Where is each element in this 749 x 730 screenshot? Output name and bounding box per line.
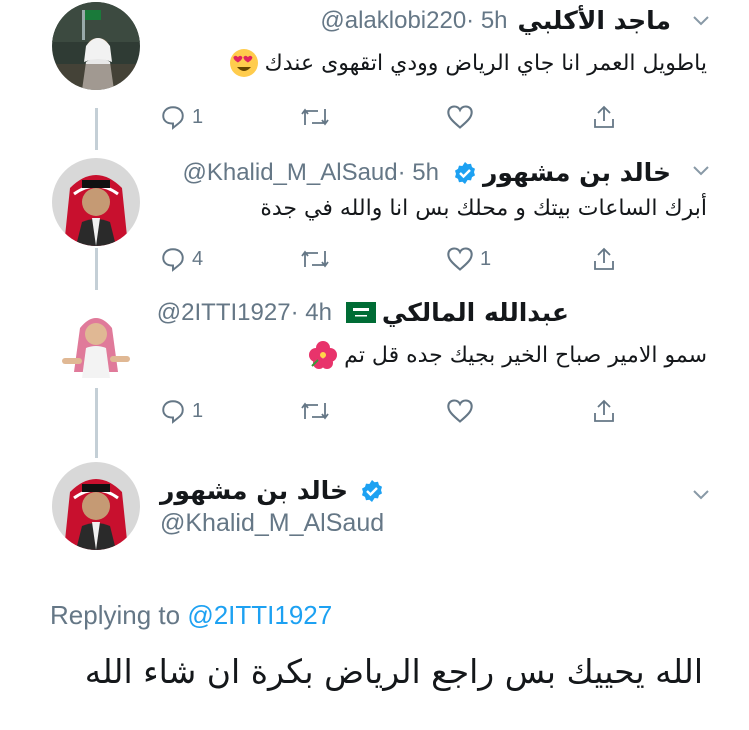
retweet-button[interactable] (300, 398, 330, 424)
like-count: 1 (480, 247, 492, 270)
tweet-2[interactable]: خالد بن مشهور @Khalid_M_AlSaud· 5h أبرك … (0, 140, 749, 280)
avatar[interactable] (52, 298, 140, 386)
share-button[interactable] (592, 398, 616, 424)
reply-button[interactable]: 1 (160, 104, 203, 130)
tweet-actions: 4 1 (160, 246, 630, 276)
retweet-button[interactable] (300, 104, 330, 130)
timestamp[interactable]: · 4h (291, 299, 332, 326)
tweet-3[interactable]: عبدالله المالكي @2ITTI1927· 4h سمو الامي… (0, 280, 749, 440)
tweet-text: أبرك الساعات بيتك و محلك بس انا والله في… (260, 196, 707, 221)
retweet-icon (301, 250, 329, 268)
tweet-header: عبدالله المالكي @2ITTI1927· 4h (157, 298, 569, 327)
main-tweet-text: الله يحييك بس راجع الرياض بكرة ان شاء ال… (84, 652, 703, 691)
reply-icon (162, 106, 184, 130)
reply-button[interactable]: 1 (160, 398, 203, 424)
heart-icon (447, 399, 473, 423)
retweet-button[interactable] (300, 246, 330, 272)
tweet-text: ياطويل العمر انا جاي الرياض وودي اتقهوى … (229, 48, 707, 78)
user-handle[interactable]: @alaklobi220· 5h (320, 7, 507, 35)
main-display-name[interactable]: خالد بن مشهور (160, 476, 348, 505)
chevron-down-icon[interactable] (693, 166, 709, 176)
like-button[interactable]: 1 (446, 246, 491, 272)
avatar[interactable] (52, 158, 140, 246)
timestamp[interactable]: · 5h (398, 159, 439, 186)
user-handle[interactable]: @2ITTI1927· 4h (157, 299, 332, 327)
reply-button[interactable]: 4 (160, 246, 203, 272)
heart-icon (447, 105, 473, 129)
share-icon (594, 105, 614, 128)
user-handle[interactable]: @Khalid_M_AlSaud· 5h (182, 159, 439, 187)
chevron-down-icon[interactable] (693, 16, 709, 26)
heart-eyes-emoji (229, 49, 258, 77)
retweet-icon (301, 108, 329, 126)
chevron-down-icon[interactable] (693, 490, 709, 500)
like-button[interactable] (446, 104, 474, 130)
tweet-actions: 1 (160, 398, 630, 428)
verified-badge-icon (362, 479, 383, 502)
retweet-icon (301, 402, 329, 420)
reply-count: 1 (192, 399, 204, 422)
share-button[interactable] (592, 104, 616, 130)
display-name[interactable]: ماجد الأكلبي (518, 6, 671, 35)
saudi-flag-icon (345, 302, 376, 323)
reply-icon (162, 248, 184, 272)
reply-icon (162, 400, 184, 424)
main-author: خالد بن مشهور @Khalid_M_AlSaud (160, 476, 390, 538)
like-button[interactable] (446, 398, 474, 424)
reply-count: 1 (192, 105, 204, 128)
main-avatar[interactable] (52, 462, 140, 550)
tweet-1[interactable]: ماجد الأكلبي @alaklobi220· 5h ياطويل الع… (0, 0, 749, 140)
main-user-handle[interactable]: @Khalid_M_AlSaud (160, 509, 390, 538)
avatar[interactable] (52, 2, 140, 90)
verified-badge-icon (454, 161, 475, 184)
tweet-header: خالد بن مشهور @Khalid_M_AlSaud· 5h (182, 158, 671, 187)
replying-to-handle[interactable]: @2ITTI1927 (187, 600, 332, 630)
tweet-header: ماجد الأكلبي @alaklobi220· 5h (320, 6, 671, 35)
hibiscus-emoji (309, 341, 338, 369)
share-button[interactable] (592, 246, 616, 272)
reply-count: 4 (192, 247, 204, 270)
share-icon (594, 247, 614, 270)
display-name[interactable]: عبدالله المالكي (382, 298, 569, 327)
replying-to: Replying to @2ITTI1927 (50, 600, 333, 630)
share-icon (594, 399, 614, 422)
tweet-text: سمو الامير صباح الخير بجيك جده قل تم (308, 340, 707, 370)
tweet-actions: 1 (160, 104, 630, 134)
heart-icon (447, 247, 473, 271)
timestamp[interactable]: · 5h (466, 7, 507, 34)
display-name[interactable]: خالد بن مشهور (483, 158, 671, 187)
